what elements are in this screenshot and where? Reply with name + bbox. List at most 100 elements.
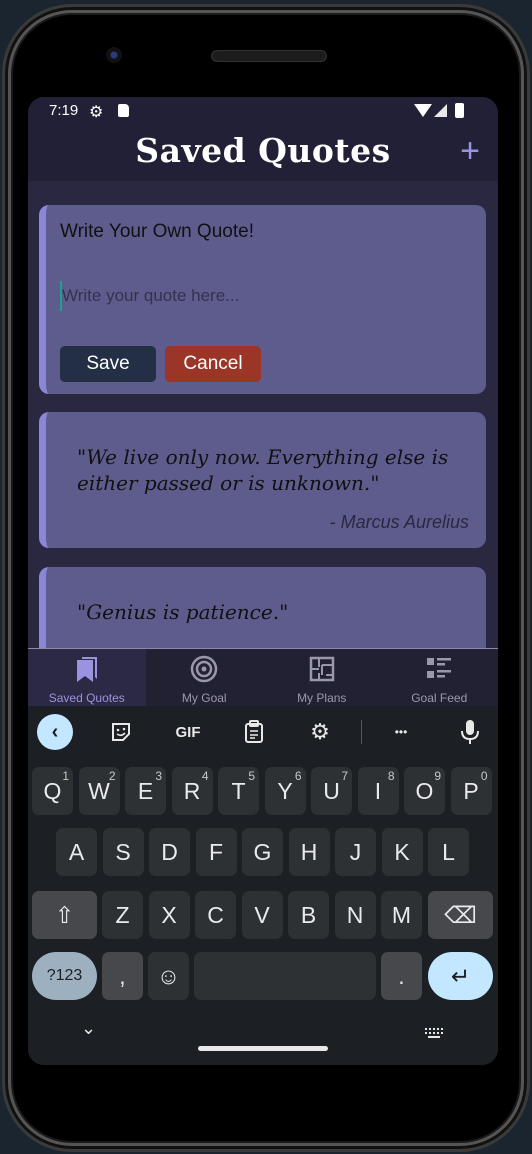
- key-s[interactable]: S: [102, 828, 144, 876]
- navigation-bar: ⌄: [28, 1016, 498, 1065]
- key-number-hint: 3: [155, 769, 162, 783]
- enter-arrow-icon: ↵: [450, 962, 471, 989]
- write-quote-card: Write Your Own Quote! Save Cancel: [39, 205, 486, 394]
- sd-card-icon: [118, 104, 129, 117]
- more-options-button[interactable]: •••: [386, 715, 416, 749]
- chevron-left-icon: ‹: [51, 720, 59, 743]
- key-number-hint: 7: [341, 769, 348, 783]
- shift-arrow-icon: ⇧: [54, 901, 75, 928]
- space-bar[interactable]: [194, 952, 376, 1000]
- nav-goal-feed[interactable]: Goal Feed: [381, 649, 499, 706]
- quote-card[interactable]: "We live only now. Everything else is ei…: [39, 412, 486, 548]
- quote-input[interactable]: [60, 281, 460, 311]
- write-quote-heading: Write Your Own Quote!: [60, 221, 254, 242]
- add-quote-button[interactable]: +: [460, 133, 480, 169]
- key-number-hint: 5: [248, 769, 255, 783]
- feed-list-icon: [427, 658, 452, 678]
- enter-key[interactable]: ↵: [428, 952, 493, 1000]
- key-number-hint: 6: [294, 769, 302, 783]
- quotes-list[interactable]: Write Your Own Quote! Save Cancel "We li…: [28, 181, 498, 648]
- sticker-icon: [112, 723, 130, 741]
- key-j[interactable]: J: [335, 828, 376, 876]
- period-key[interactable]: .: [381, 952, 422, 1000]
- key-b[interactable]: B: [288, 891, 329, 939]
- key-i[interactable]: I8: [357, 767, 399, 815]
- key-x[interactable]: X: [148, 891, 190, 939]
- nav-label: Goal Feed: [411, 691, 468, 705]
- key-k[interactable]: K: [381, 828, 423, 876]
- quote-text: "We live only now. Everything else is ei…: [77, 445, 449, 495]
- key-number-hint: 8: [387, 769, 395, 783]
- backspace-icon: ⌫: [444, 901, 477, 928]
- key-v[interactable]: V: [241, 891, 283, 939]
- home-gesture-bar[interactable]: [198, 1046, 328, 1051]
- key-u[interactable]: U7: [311, 767, 352, 815]
- key-p[interactable]: P0: [450, 767, 492, 815]
- on-screen-keyboard: ‹ GIF ⚙ ••• Q 1 W 2 E 3 R 4 T 5 Y 6 U 7 …: [28, 706, 498, 1065]
- key-f[interactable]: F: [195, 828, 237, 876]
- key-t[interactable]: T5: [218, 767, 259, 815]
- key-q[interactable]: Q1: [32, 767, 73, 815]
- settings-gear-icon: ⚙: [89, 104, 104, 121]
- status-bar: 7:19 ⚙: [28, 97, 498, 127]
- settings-gear-icon: ⚙: [310, 719, 330, 744]
- nav-label: Saved Quotes: [48, 691, 125, 705]
- key-number-hint: 4: [201, 769, 209, 783]
- shift-key[interactable]: ⇧: [32, 891, 97, 939]
- key-letter: I: [374, 777, 382, 804]
- earpiece-speaker: [211, 50, 327, 62]
- cancel-button[interactable]: Cancel: [165, 346, 261, 382]
- key-o[interactable]: O9: [404, 767, 445, 815]
- nav-saved-quotes[interactable]: Saved Quotes: [28, 649, 146, 706]
- key-m[interactable]: M: [381, 891, 422, 939]
- key-e[interactable]: E3: [125, 767, 166, 815]
- key-h[interactable]: H: [288, 828, 330, 876]
- quote-text: "Genius is patience.": [77, 600, 289, 624]
- key-g[interactable]: G: [242, 828, 283, 876]
- key-z[interactable]: Z: [102, 891, 143, 939]
- gif-button[interactable]: GIF: [170, 715, 206, 749]
- clipboard-icon: [245, 720, 263, 743]
- key-letter: P: [463, 777, 479, 804]
- key-d[interactable]: D: [149, 828, 190, 876]
- keyboard-back-button[interactable]: ‹: [37, 714, 73, 750]
- key-r[interactable]: R4: [171, 767, 213, 815]
- emoji-key[interactable]: ☺: [148, 952, 189, 1000]
- floor-plan-icon: [309, 656, 334, 682]
- emoji-smiley-icon: ☺: [156, 962, 181, 989]
- keyboard-switcher-button[interactable]: [425, 1026, 443, 1038]
- quote-card[interactable]: "Genius is patience.": [39, 567, 486, 648]
- key-y[interactable]: Y6: [264, 767, 306, 815]
- status-time: 7:19: [49, 102, 79, 119]
- symbols-key[interactable]: ?123: [32, 952, 97, 1000]
- key-number-hint: 1: [62, 769, 69, 783]
- key-w[interactable]: W2: [78, 767, 120, 815]
- nav-my-goal[interactable]: My Goal: [146, 649, 264, 706]
- key-letter: Q: [43, 777, 62, 804]
- backspace-key[interactable]: ⌫: [428, 891, 493, 939]
- key-letter: O: [415, 777, 434, 804]
- save-button[interactable]: Save: [60, 346, 156, 382]
- voice-input-button[interactable]: [456, 715, 484, 749]
- nav-label: My Goal: [181, 691, 227, 705]
- keyboard-settings-button[interactable]: ⚙: [305, 715, 335, 749]
- battery-icon: [455, 103, 464, 118]
- microphone-icon: [461, 720, 479, 744]
- key-l[interactable]: L: [428, 828, 469, 876]
- key-a[interactable]: A: [56, 828, 97, 876]
- comma-key[interactable]: ,: [102, 952, 143, 1000]
- page-title: Saved Quotes: [135, 131, 391, 170]
- clipboard-button[interactable]: [239, 715, 269, 749]
- key-number-hint: 0: [480, 769, 488, 783]
- key-letter: R: [183, 777, 201, 804]
- key-n[interactable]: N: [334, 891, 376, 939]
- hide-keyboard-button[interactable]: ⌄: [81, 1018, 96, 1039]
- sticker-button[interactable]: [106, 715, 136, 749]
- key-c[interactable]: C: [195, 891, 236, 939]
- quote-author: - Marcus Aurelius: [329, 512, 469, 532]
- nav-my-plans[interactable]: My Plans: [263, 649, 381, 706]
- key-letter: Y: [277, 777, 293, 804]
- key-number-hint: 2: [108, 769, 116, 783]
- app-bar: Saved Quotes +: [28, 127, 498, 181]
- toolbar-divider: [361, 720, 362, 744]
